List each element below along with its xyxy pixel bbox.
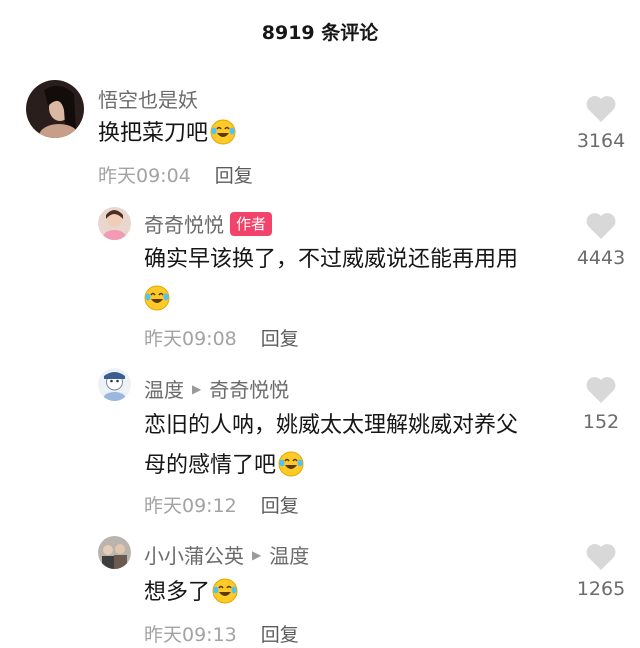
username[interactable]: 小小蒲公英 ▶ 温度: [144, 540, 309, 569]
reply-to-username[interactable]: 奇奇悦悦: [209, 374, 289, 403]
comment-meta: 昨天09:13 回复: [144, 620, 299, 647]
comment-time: 昨天09:04: [98, 165, 191, 187]
laughing-crying-emoji-icon: [144, 285, 170, 325]
comment-text: 恋旧的人呐，姚威太太理解姚威对养父 母的感情了吧: [144, 406, 574, 491]
user-avatar[interactable]: [98, 368, 131, 401]
reply-to-username[interactable]: 温度: [269, 540, 309, 569]
comment-text: 确实早该换了，不过威威说还能再用用: [144, 240, 564, 325]
reply-arrow-icon: ▶: [192, 381, 202, 396]
like-count: 1265: [576, 578, 626, 600]
user-avatar[interactable]: [26, 80, 84, 138]
like-button[interactable]: 4443: [571, 211, 631, 269]
reply-button[interactable]: 回复: [215, 165, 253, 187]
username[interactable]: 奇奇悦悦 作者: [144, 209, 273, 238]
like-button[interactable]: 152: [571, 375, 631, 433]
comment-meta: 昨天09:08 回复: [144, 324, 299, 351]
reply-button[interactable]: 回复: [261, 624, 299, 646]
avatar-photo-icon: [98, 536, 131, 569]
comment-text: 想多了: [144, 573, 238, 618]
author-badge: 作者: [230, 211, 273, 236]
heart-icon: [586, 544, 616, 570]
like-count: 3164: [576, 130, 626, 152]
like-count: 4443: [576, 247, 626, 269]
heart-icon: [586, 377, 616, 403]
user-avatar[interactable]: [98, 207, 131, 240]
username[interactable]: 温度 ▶ 奇奇悦悦: [144, 374, 289, 403]
avatar-cartoon-icon: [98, 368, 131, 401]
user-avatar[interactable]: [98, 536, 131, 569]
avatar-photo-icon: [98, 207, 131, 240]
reply-button[interactable]: 回复: [261, 328, 299, 350]
like-button[interactable]: 3164: [571, 94, 631, 152]
comment-meta: 昨天09:12 回复: [144, 491, 299, 518]
heart-icon: [586, 96, 616, 122]
laughing-crying-emoji-icon: [278, 451, 304, 491]
laughing-crying-emoji-icon: [212, 578, 238, 618]
username[interactable]: 悟空也是妖: [98, 84, 198, 113]
like-count: 152: [582, 411, 620, 433]
heart-icon: [586, 213, 616, 239]
laughing-crying-emoji-icon: [210, 119, 236, 159]
reply-arrow-icon: ▶: [252, 547, 262, 562]
comment-time: 昨天09:08: [144, 328, 237, 350]
comment-meta: 昨天09:04 回复: [98, 161, 253, 188]
comment-time: 昨天09:13: [144, 624, 237, 646]
avatar-photo-icon: [26, 80, 84, 138]
comment-count-title: 8919 条评论: [261, 22, 379, 44]
comment-text: 换把菜刀吧: [98, 114, 236, 159]
reply-button[interactable]: 回复: [261, 495, 299, 517]
like-button[interactable]: 1265: [571, 542, 631, 600]
comment-time: 昨天09:12: [144, 495, 237, 517]
